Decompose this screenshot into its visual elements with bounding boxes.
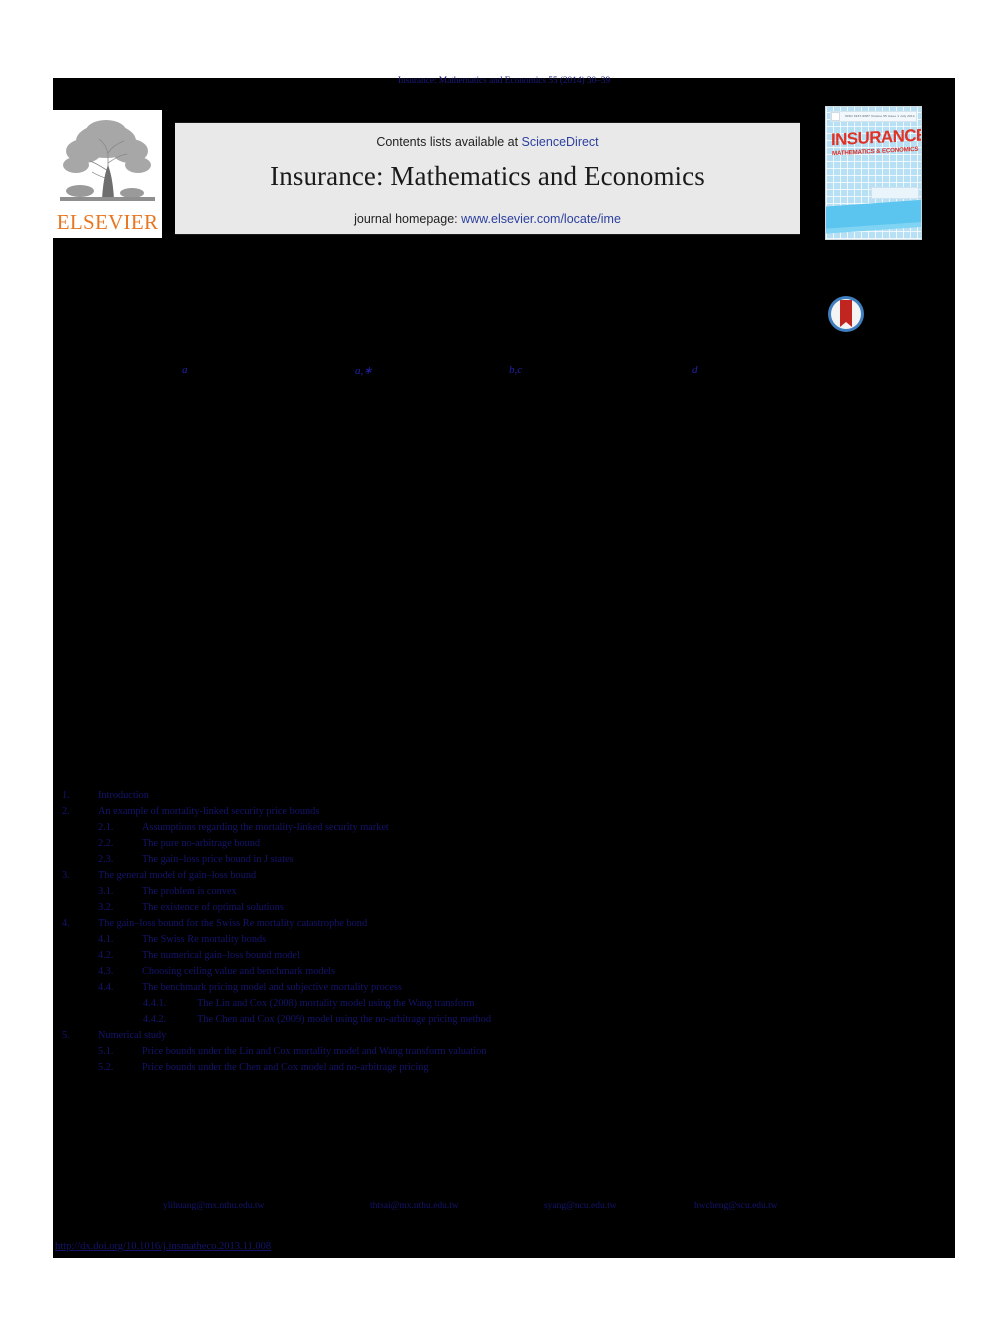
toc-item[interactable]: 2.3. The gain–loss price bound in J state… [62,852,702,868]
toc-number: 2.3. [98,854,114,865]
elsevier-logo: ELSEVIER [53,110,162,238]
toc-label: The benchmark pricing model and subjecti… [142,982,402,993]
toc-number: 4.4.1. [143,998,167,1009]
journal-homepage-prefix: journal homepage: [354,212,462,226]
affiliation-marker-2: a,∗ [355,365,373,377]
toc-item[interactable]: 4. The gain–loss bound for the Swiss Re m… [62,916,702,932]
toc-item[interactable]: 3. The general model of gain–loss bound [62,868,702,884]
journal-homepage-link[interactable]: www.elsevier.com/locate/ime [461,212,621,226]
elsevier-tree-icon [56,113,159,208]
toc-label: Numerical study [98,1030,167,1041]
cover-elsevier-mark-icon [831,112,840,121]
contents-lists-line: Contents lists available at ScienceDirec… [175,135,800,149]
toc-number: 5.1. [98,1046,114,1057]
toc-label: The problem is convex [142,886,237,897]
toc-label: The pure no-arbitrage bound [142,838,261,849]
journal-title: Insurance: Mathematics and Economics [270,161,705,191]
sciencedirect-link[interactable]: ScienceDirect [522,135,599,149]
toc-item[interactable]: 4.3. Choosing ceiling value and benchmark… [62,964,702,980]
toc-item[interactable]: 4.4. The benchmark pricing model and subj… [62,980,702,996]
contents-banner: Contents lists available at ScienceDirec… [175,122,800,235]
toc-label: The Chen and Cox (2009) model using the … [197,1014,491,1025]
toc-item[interactable]: 3.2. The existence of optimal solutions [62,900,702,916]
toc-number: 3. [62,870,70,881]
toc-number: 3.1. [98,886,114,897]
journal-masthead: ELSEVIER Contents lists available at Sci… [53,104,955,240]
contents-lists-prefix: Contents lists available at [376,135,522,149]
toc-number: 2. [62,806,70,817]
email-link-4[interactable]: hwcheng@scu.edu.tw [694,1201,778,1211]
toc-number: 2.1. [98,822,114,833]
toc-number: 2.2. [98,838,114,849]
toc-label: Assumptions regarding the mortality-link… [142,822,389,833]
toc-number: 4.4. [98,982,114,993]
toc-item[interactable]: 2.2. The pure no-arbitrage bound [62,836,702,852]
toc-label: An example of mortality-linked security … [98,806,320,817]
affiliation-marker-3: b,c [509,364,523,376]
cover-title: INSURANCE [831,125,922,150]
toc-item[interactable]: 1. Introduction [62,788,702,804]
affiliation-marker-1: a [182,364,188,376]
doi-link[interactable]: http://dx.doi.org/10.1016/j.insmatheco.2… [55,1241,271,1252]
toc-number: 1. [62,790,70,801]
toc-number: 5.2. [98,1062,114,1073]
toc-number: 4.3. [98,966,114,977]
toc-label: Choosing ceiling value and benchmark mod… [142,966,336,977]
cover-note-block [871,187,919,199]
toc-label: The gain–loss price bound in J states [142,854,294,865]
toc-item[interactable]: 5.2. Price bounds under the Chen and Cox … [62,1060,702,1076]
toc-item[interactable]: 2.1. Assumptions regarding the mortality-… [62,820,702,836]
cover-topbar-text: ISSN 0167-6687 Volume 55 Issue 1 July 20… [845,114,915,118]
redacted-body-region [53,78,955,1258]
running-head: Insurance: Mathematics and Economics 55 … [397,76,611,86]
toc-label: Price bounds under the Lin and Cox morta… [142,1046,487,1057]
toc-number: 4. [62,918,70,929]
toc-number: 4.2. [98,950,114,961]
toc-number: 4.1. [98,934,114,945]
toc-item[interactable]: 5.1. Price bounds under the Lin and Cox m… [62,1044,702,1060]
toc-label: The gain–loss bound for the Swiss Re mor… [98,918,368,929]
journal-cover-thumbnail: ISSN 0167-6687 Volume 55 Issue 1 July 20… [825,106,922,240]
email-link-1[interactable]: ylihuang@mx.nthu.edu.tw [163,1201,264,1211]
article-first-page: Insurance: Mathematics and Economics 55 … [0,0,992,1323]
crossmark-icon[interactable] [828,296,864,332]
toc-item[interactable]: 5. Numerical study [62,1028,702,1044]
toc-label: The existence of optimal solutions [142,902,284,913]
toc-label: The Swiss Re mortality bonds [142,934,267,945]
toc-number: 5. [62,1030,70,1041]
toc-label: The Lin and Cox (2008) mortality model u… [197,998,475,1009]
toc-item[interactable]: 2. An example of mortality-linked securit… [62,804,702,820]
toc-item[interactable]: 4.4.1. The Lin and Cox (2008) mortality m… [62,996,702,1012]
toc-label: Introduction [98,790,149,801]
journal-homepage-line: journal homepage: www.elsevier.com/locat… [175,212,800,226]
email-link-3[interactable]: syang@ncu.edu.tw [544,1201,617,1211]
toc-label: The general model of gain–loss bound [98,870,257,881]
toc-number: 4.4.2. [143,1014,167,1025]
toc-number: 3.2. [98,902,114,913]
affiliation-marker-4: d [692,364,698,376]
elsevier-wordmark: ELSEVIER [56,210,159,234]
toc-item[interactable]: 4.1. The Swiss Re mortality bonds [62,932,702,948]
toc-label: Price bounds under the Chen and Cox mode… [142,1062,429,1073]
email-link-2[interactable]: thtsai@mx.nthu.edu.tw [370,1201,459,1211]
toc-item[interactable]: 4.2. The numerical gain–loss bound model [62,948,702,964]
toc-label: The numerical gain–loss bound model [142,950,300,961]
crossmark-bookmark [840,300,852,327]
toc-item[interactable]: 4.4.2. The Chen and Cox (2009) model usin… [62,1012,702,1028]
cover-topbar: ISSN 0167-6687 Volume 55 Issue 1 July 20… [830,111,917,122]
toc-item[interactable]: 3.1. The problem is convex [62,884,702,900]
table-of-contents: 1. Introduction 2. An example of mortality… [62,788,702,1076]
